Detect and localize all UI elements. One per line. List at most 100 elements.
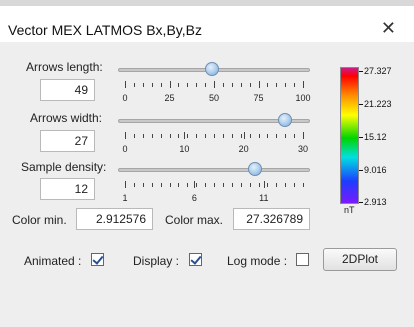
slider-tick-label: 75 <box>253 93 264 103</box>
slider-tick <box>294 183 296 187</box>
arrows-width-label: Arrows width: <box>30 111 103 125</box>
slider-tick <box>294 134 296 138</box>
2dplot-button[interactable]: 2DPlot <box>323 248 397 271</box>
slider-tick-label: 20 <box>238 144 249 154</box>
slider-tick <box>133 134 135 138</box>
slider-tick-label: 0 <box>122 93 128 103</box>
slider-tick-label: 1 <box>122 193 128 203</box>
slider-tick <box>267 83 269 87</box>
slider-tick-label: 0 <box>122 144 128 154</box>
window-title: Vector MEX LATMOS Bx,By,Bz <box>8 22 202 38</box>
slider-tick <box>178 183 180 187</box>
colorbar-label: 27.327 <box>359 66 392 76</box>
sample-density-slider[interactable]: 1 6 11 <box>118 162 310 203</box>
arrows-width-field[interactable]: 27 <box>40 130 95 152</box>
slider-tick <box>214 183 215 187</box>
slider-tick <box>258 183 260 187</box>
colorbar-label: 15.12 <box>359 132 387 142</box>
slider-tick <box>160 134 162 138</box>
color-scale-bar <box>340 67 359 204</box>
arrows-length-slider[interactable]: 0 25 50 75 100 <box>118 62 311 103</box>
slider-tick <box>205 183 207 187</box>
slider-tick-label: 30 <box>297 144 309 154</box>
animated-label: Animated : <box>24 254 82 268</box>
slider-thumb[interactable] <box>248 162 263 176</box>
animated-checkbox[interactable] <box>91 253 104 266</box>
arrows-width-slider[interactable]: 0 10 20 30 <box>118 113 310 154</box>
slider-major-tick <box>125 181 126 188</box>
slider-major-tick <box>194 181 196 188</box>
slider-tick <box>133 83 135 87</box>
slider-major-tick <box>263 181 265 188</box>
slider-tick <box>151 183 153 187</box>
title-bar: Vector MEX LATMOS Bx,By,Bz ✕ <box>0 0 414 42</box>
color-min-field[interactable]: 2.912576 <box>76 208 153 230</box>
slider-tick <box>276 134 278 138</box>
slider-tick <box>240 134 242 138</box>
slider-tick <box>285 134 287 138</box>
slider-tick <box>151 83 153 87</box>
slider-tick <box>285 183 287 187</box>
slider-tick <box>294 83 296 87</box>
slider-tick <box>178 134 180 138</box>
arrows-length-field[interactable]: 49 <box>40 79 95 101</box>
slider-track <box>118 168 310 172</box>
slider-major-tick <box>169 81 171 88</box>
slider-tick <box>187 134 189 138</box>
slider-tick <box>231 183 233 187</box>
slider-major-tick <box>184 132 186 139</box>
slider-tick <box>142 134 144 138</box>
arrows-length-label: Arrows length: <box>26 60 103 74</box>
slider-tick <box>249 183 251 187</box>
color-max-label: Color max. <box>165 213 224 227</box>
slider-tick-label: 50 <box>208 93 220 103</box>
slider-tick-label: 6 <box>191 193 197 203</box>
slider-major-tick <box>243 132 245 139</box>
slider-tick <box>196 134 198 138</box>
slider-major-tick <box>303 81 304 88</box>
slider-tick <box>178 83 180 87</box>
slider-thumb[interactable] <box>278 113 293 127</box>
colorbar-label: 21.223 <box>359 99 392 109</box>
colorbar-unit: nT <box>344 205 355 215</box>
slider-tick <box>276 83 278 87</box>
slider-major-tick <box>214 81 215 88</box>
close-icon[interactable]: ✕ <box>381 18 396 39</box>
display-label: Display : <box>133 254 180 268</box>
slider-major-tick <box>125 132 126 139</box>
slider-tick <box>231 83 233 87</box>
color-max-field[interactable]: 27.326789 <box>233 208 310 230</box>
sample-density-field[interactable]: 12 <box>40 178 95 200</box>
slider-major-tick <box>125 81 126 88</box>
slider-tick <box>205 83 207 87</box>
log-mode-checkbox[interactable] <box>296 253 309 266</box>
slider-tick <box>258 134 260 138</box>
slider-tick <box>222 183 224 187</box>
color-min-label: Color min. <box>12 213 67 227</box>
slider-tick <box>160 183 162 187</box>
slider-tick-label: 25 <box>164 93 175 103</box>
slider-tick-label: 100 <box>295 93 311 103</box>
slider-tick <box>276 183 278 187</box>
slider-tick <box>169 183 171 187</box>
slider-tick <box>196 83 198 87</box>
slider-tick <box>249 134 251 138</box>
slider-tick <box>196 183 198 187</box>
slider-tick <box>240 183 242 187</box>
slider-tick <box>169 134 171 138</box>
slider-tick <box>267 183 269 187</box>
slider-tick-label: 10 <box>179 144 190 154</box>
sample-density-label: Sample density: <box>21 160 107 174</box>
slider-major-tick <box>303 132 304 139</box>
log-mode-label: Log mode : <box>227 254 288 268</box>
slider-tick <box>205 134 207 138</box>
slider-tick <box>214 134 215 138</box>
slider-tick <box>240 83 242 87</box>
slider-tick <box>187 183 189 187</box>
slider-thumb[interactable] <box>205 62 220 76</box>
slider-tick <box>267 134 269 138</box>
slider-tick <box>187 83 189 87</box>
slider-tick <box>222 134 224 138</box>
display-checkbox[interactable] <box>189 253 202 266</box>
colorbar-label: 2.913 <box>359 197 387 207</box>
